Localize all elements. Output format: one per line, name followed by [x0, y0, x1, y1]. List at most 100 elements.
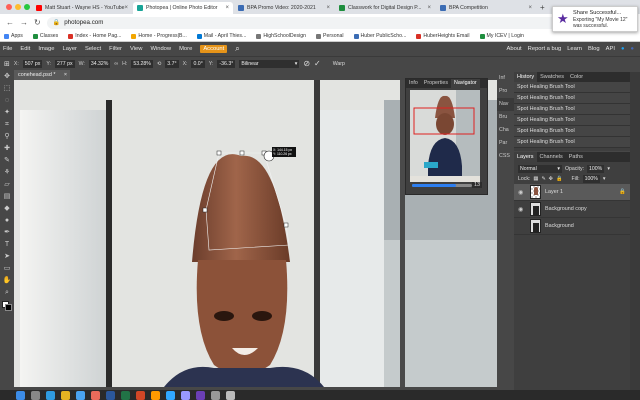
tab-swatches[interactable]: Swatches — [537, 72, 567, 82]
angle-field[interactable]: 3.7° — [165, 59, 179, 68]
safari-icon[interactable] — [46, 390, 55, 400]
menu-more[interactable]: More — [179, 46, 192, 52]
new-tab-button[interactable]: + — [540, 3, 545, 12]
side-tab-css[interactable]: CSS — [497, 150, 514, 163]
api-link[interactable]: API — [606, 46, 615, 52]
finder-icon[interactable] — [16, 390, 25, 400]
blur-tool-icon[interactable]: ◆ — [2, 204, 12, 214]
mail-app-icon[interactable] — [76, 390, 85, 400]
close-tab-icon[interactable]: × — [528, 5, 532, 11]
transform-reference-icon[interactable]: ⊞ — [4, 60, 10, 68]
menu-filter[interactable]: Filter — [109, 46, 122, 52]
photos-icon[interactable] — [91, 390, 100, 400]
learn-link[interactable]: Learn — [567, 46, 582, 52]
document-tab[interactable]: conehead.psd * × — [14, 70, 70, 80]
layer-row-background-copy[interactable]: ◉ Background copy — [514, 201, 630, 218]
tab-paths[interactable]: Paths — [566, 152, 586, 162]
menu-layer[interactable]: Layer — [62, 46, 77, 52]
height-field[interactable]: 53.28% — [131, 59, 153, 68]
account-button[interactable]: Account — [200, 45, 228, 53]
eraser-tool-icon[interactable]: ▱ — [2, 180, 12, 190]
eye-icon[interactable]: ◉ — [518, 206, 526, 213]
layer-row-background[interactable]: Background — [514, 218, 630, 235]
tab-color[interactable]: Color — [567, 72, 586, 82]
bookmark-home[interactable]: Home - Progress|B... — [131, 33, 187, 39]
minimize-window-button[interactable] — [15, 4, 21, 10]
navigator-zoom-slider[interactable] — [412, 184, 472, 187]
bookmark-personal[interactable]: Personal — [316, 33, 344, 39]
navigator-thumbnail[interactable] — [410, 90, 480, 182]
browser-tab-bpa-competition[interactable]: BPA Competition × — [436, 2, 536, 14]
history-item[interactable]: Spot Healing Brush Tool — [514, 104, 630, 115]
side-tab-character[interactable]: Cha — [497, 124, 514, 137]
report-bug-link[interactable]: Report a bug — [528, 46, 562, 52]
browser-tab-classwork[interactable]: Classwork for Digital Design P... × — [335, 2, 435, 14]
imovie-icon[interactable] — [196, 390, 205, 400]
back-icon[interactable]: ← — [6, 18, 14, 27]
premiere-icon[interactable] — [181, 390, 190, 400]
dodge-tool-icon[interactable]: ● — [2, 216, 12, 226]
chevron-down-icon[interactable]: ▾ — [607, 166, 610, 172]
side-tab-info[interactable]: Inf — [497, 72, 514, 85]
menu-window[interactable]: Window — [150, 46, 171, 52]
width-field[interactable]: 34.32% — [88, 59, 111, 68]
history-item[interactable]: Spot Healing Brush Tool — [514, 126, 630, 137]
hand-tool-icon[interactable]: ✋ — [2, 276, 12, 286]
side-tab-brush[interactable]: Bru — [497, 111, 514, 124]
shape-tool-icon[interactable]: ▭ — [2, 264, 12, 274]
y-position-field[interactable]: 277 px — [54, 59, 75, 68]
bookmark-apps[interactable]: Apps — [4, 33, 23, 39]
marquee-tool-icon[interactable]: ⬚ — [2, 84, 12, 94]
move-tool-icon[interactable]: ✥ — [2, 72, 12, 82]
twitter-icon[interactable]: ● — [621, 46, 625, 52]
opacity-field[interactable]: 100% — [587, 164, 605, 173]
cancel-transform-icon[interactable]: ⊘ — [303, 59, 310, 68]
history-item[interactable]: Spot Healing Brush Tool — [514, 115, 630, 126]
type-tool-icon[interactable]: T — [2, 240, 12, 250]
forward-icon[interactable]: → — [20, 18, 28, 27]
navigator-zoom-value[interactable]: 13 — [472, 182, 483, 188]
history-item[interactable]: Spot Healing Brush Tool — [514, 137, 630, 148]
fill-field[interactable]: 100% — [582, 175, 600, 183]
blend-mode-select[interactable]: Normal ▾ — [518, 164, 562, 173]
browser-tab-youtube[interactable]: Matt Stuart - Wayne HS - YouTube × — [32, 2, 132, 14]
layer-row-layer-1[interactable]: ◉ Layer 1 🔒 — [514, 184, 630, 201]
history-item[interactable]: Spot Healing Brush Tool — [514, 82, 630, 93]
browser-tab-bpa-promo[interactable]: BPA Promo Video: 2020-2021 × — [234, 2, 334, 14]
illustrator-icon[interactable] — [151, 390, 160, 400]
bookmark-icev[interactable]: My ICEV | Login — [479, 33, 524, 39]
excel-icon[interactable] — [121, 390, 130, 400]
tab-info[interactable]: Info — [406, 79, 421, 88]
close-window-button[interactable] — [6, 4, 12, 10]
close-tab-icon[interactable]: × — [225, 5, 229, 11]
history-item[interactable]: Spot Healing Brush Tool — [514, 93, 630, 104]
close-tab-icon[interactable]: × — [326, 5, 330, 11]
pen-tool-icon[interactable]: ✒ — [2, 228, 12, 238]
color-swatches-icon[interactable] — [2, 300, 12, 311]
bookmark-classes[interactable]: Classes — [32, 33, 58, 39]
path-select-tool-icon[interactable]: ➤ — [2, 252, 12, 262]
healing-brush-tool-icon[interactable]: ✚ — [2, 144, 12, 154]
lasso-tool-icon[interactable]: ◌ — [2, 96, 12, 106]
interpolation-select[interactable]: Bilinear ▾ — [239, 59, 300, 68]
close-tab-icon[interactable]: × — [427, 5, 431, 11]
about-link[interactable]: About — [507, 46, 522, 52]
crop-tool-icon[interactable]: ⌗ — [2, 120, 12, 130]
trash-icon[interactable] — [226, 390, 235, 400]
settings-icon[interactable] — [211, 390, 220, 400]
blog-link[interactable]: Blog — [588, 46, 600, 52]
maximize-window-button[interactable] — [24, 4, 30, 10]
menu-select[interactable]: Select — [85, 46, 101, 52]
x-position-field[interactable]: 507 px — [22, 59, 43, 68]
tab-channels[interactable]: Channels — [537, 152, 566, 162]
close-document-icon[interactable]: × — [64, 72, 67, 78]
photoshop-icon[interactable] — [166, 390, 175, 400]
gradient-tool-icon[interactable]: ▤ — [2, 192, 12, 202]
bookmark-mail[interactable]: Mail - April Thies... — [196, 33, 246, 39]
menu-edit[interactable]: Edit — [20, 46, 30, 52]
word-icon[interactable] — [106, 390, 115, 400]
menu-image[interactable]: Image — [38, 46, 54, 52]
lock-all-icon[interactable]: 🔒 — [556, 176, 562, 182]
tab-layers[interactable]: Layers — [514, 152, 537, 162]
tab-history[interactable]: History — [514, 72, 538, 82]
